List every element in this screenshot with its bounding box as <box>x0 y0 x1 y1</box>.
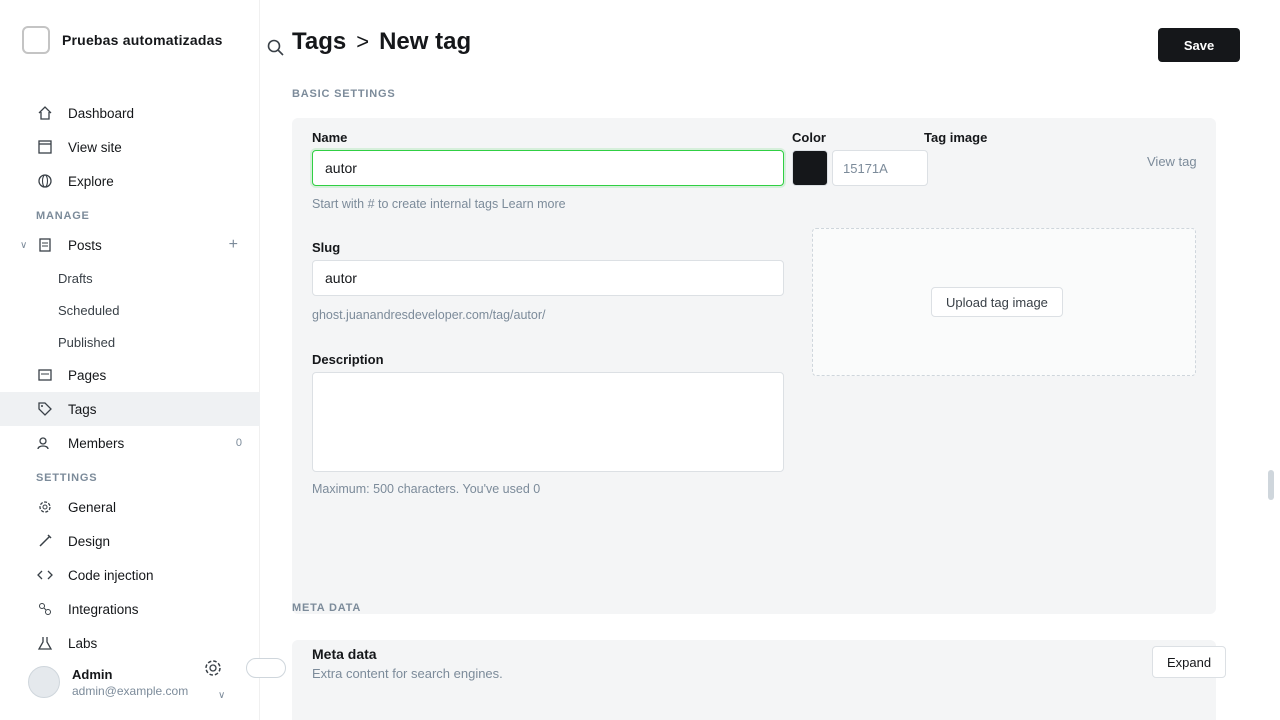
basic-settings-heading: BASIC SETTINGS <box>292 88 396 100</box>
user-email: admin@example.com <box>72 683 189 698</box>
chevron-down-icon[interactable]: ∨ <box>218 690 225 701</box>
sidebar-item-dashboard[interactable]: Dashboard <box>0 96 260 130</box>
color-swatch[interactable] <box>792 150 828 186</box>
sidebar-item-members[interactable]: Members 0 <box>0 426 260 460</box>
sidebar-item-published[interactable]: Published <box>0 326 260 358</box>
sidebar-item-pages[interactable]: Pages <box>0 358 260 392</box>
flask-icon <box>36 634 54 652</box>
user-info: Admin admin@example.com <box>72 667 188 698</box>
breadcrumb-current: New tag <box>379 28 472 55</box>
description-hint: Maximum: 500 characters. You've used 0 <box>312 482 541 496</box>
sidebar-item-design[interactable]: Design <box>0 524 260 558</box>
page-scrollbar[interactable] <box>1268 470 1274 500</box>
sidebar-item-label: Design <box>68 533 111 549</box>
sidebar-item-integrations[interactable]: Integrations <box>0 592 260 626</box>
sidebar-item-label: Posts <box>68 237 102 253</box>
name-label: Name <box>312 130 348 145</box>
description-label: Description <box>312 352 384 367</box>
sidebar-item-label: Pages <box>68 367 107 383</box>
sidebar-item-label: General <box>68 499 117 515</box>
sidebar-item-label: Code injection <box>68 567 154 583</box>
sidebar-item-label: Labs <box>68 635 98 651</box>
sidebar-item-tags[interactable]: Tags <box>0 392 260 426</box>
sidebar-item-label: Published <box>58 334 116 350</box>
save-button[interactable]: Save <box>1158 28 1240 62</box>
slug-label: Slug <box>312 240 341 255</box>
meta-data-heading: META DATA <box>292 602 362 614</box>
tag-icon <box>36 400 54 418</box>
meta-data-title: Meta data <box>312 646 377 662</box>
site-name: Pruebas automatizadas <box>62 32 223 48</box>
sidebar-item-general[interactable]: General <box>0 490 260 524</box>
new-post-icon[interactable]: + <box>229 236 238 254</box>
color-label: Color <box>792 130 826 145</box>
sidebar-item-label: Integrations <box>68 601 139 617</box>
manage-heading: MANAGE <box>36 210 90 222</box>
slug-input[interactable]: autor <box>312 260 784 296</box>
sidebar-nav: Dashboard View site Explore MANAGE ∨ Pos… <box>0 96 260 660</box>
upload-tag-image-button[interactable]: Upload tag image <box>931 287 1063 317</box>
sidebar-item-scheduled[interactable]: Scheduled <box>0 294 260 326</box>
sidebar-item-label: Tags <box>68 401 97 417</box>
sidebar: Pruebas automatizadas Dashboard View sit… <box>0 0 260 720</box>
chevron-down-icon[interactable]: ∨ <box>20 240 27 251</box>
meta-data-description: Extra content for search engines. <box>312 666 503 681</box>
settings-heading: SETTINGS <box>36 472 98 484</box>
user-menu[interactable]: Admin admin@example.com <box>28 666 188 698</box>
members-count-badge: 0 <box>235 437 242 449</box>
meta-data-card: Meta data Extra content for search engin… <box>292 640 1227 720</box>
user-name: Admin <box>72 666 113 682</box>
globe-icon <box>36 172 54 190</box>
pages-icon <box>36 366 54 384</box>
breadcrumb: Tags > New tag <box>292 28 471 56</box>
expand-meta-data-button[interactable]: Expand <box>1152 646 1227 678</box>
name-input[interactable]: autor <box>312 150 784 186</box>
sidebar-item-drafts[interactable]: Drafts <box>0 262 260 294</box>
sidebar-item-label: Scheduled <box>58 302 120 318</box>
brand[interactable]: Pruebas automatizadas <box>22 26 223 54</box>
home-icon <box>36 104 54 122</box>
breadcrumb-tags-link[interactable]: Tags <box>292 28 346 56</box>
posts-icon <box>36 236 54 254</box>
sidebar-item-label: Drafts <box>58 270 93 286</box>
sidebar-item-label: Explore <box>68 173 114 189</box>
sidebar-item-label: Members <box>68 435 125 451</box>
sidebar-item-explore[interactable]: Explore <box>0 164 260 198</box>
code-icon <box>36 566 54 584</box>
view-tag-link[interactable]: View tag <box>1147 154 1197 169</box>
browser-icon <box>36 138 54 156</box>
tag-image-label: Tag image <box>924 130 988 145</box>
sidebar-item-view-site[interactable]: View site <box>0 130 260 164</box>
description-textarea[interactable] <box>312 372 784 472</box>
tag-image-dropzone[interactable]: Upload tag image <box>812 228 1196 376</box>
basic-settings-card: Name autor Start with # to create intern… <box>292 118 1216 614</box>
breadcrumb-separator: > <box>356 29 370 54</box>
sidebar-item-code-injection[interactable]: Code injection <box>0 558 260 592</box>
sidebar-item-label: View site <box>68 139 122 155</box>
sidebar-item-posts[interactable]: ∨ Posts + <box>0 228 260 262</box>
color-input[interactable]: 15171A <box>832 150 928 186</box>
members-icon <box>36 434 54 452</box>
sidebar-item-label: Dashboard <box>68 105 135 121</box>
sidebar-item-labs[interactable]: Labs <box>0 626 260 660</box>
integrations-icon <box>36 600 54 618</box>
site-logo <box>22 26 50 54</box>
gear-icon <box>36 498 54 516</box>
main-content: Tags > New tag Save BASIC SETTINGS Name … <box>260 0 1280 720</box>
slug-url: ghost.juanandresdeveloper.com/tag/autor/ <box>312 308 546 322</box>
settings-gear-icon[interactable] <box>202 657 224 679</box>
brush-icon <box>36 532 54 550</box>
name-hint: Start with # to create internal tags Lea… <box>312 197 566 211</box>
avatar <box>28 666 60 698</box>
